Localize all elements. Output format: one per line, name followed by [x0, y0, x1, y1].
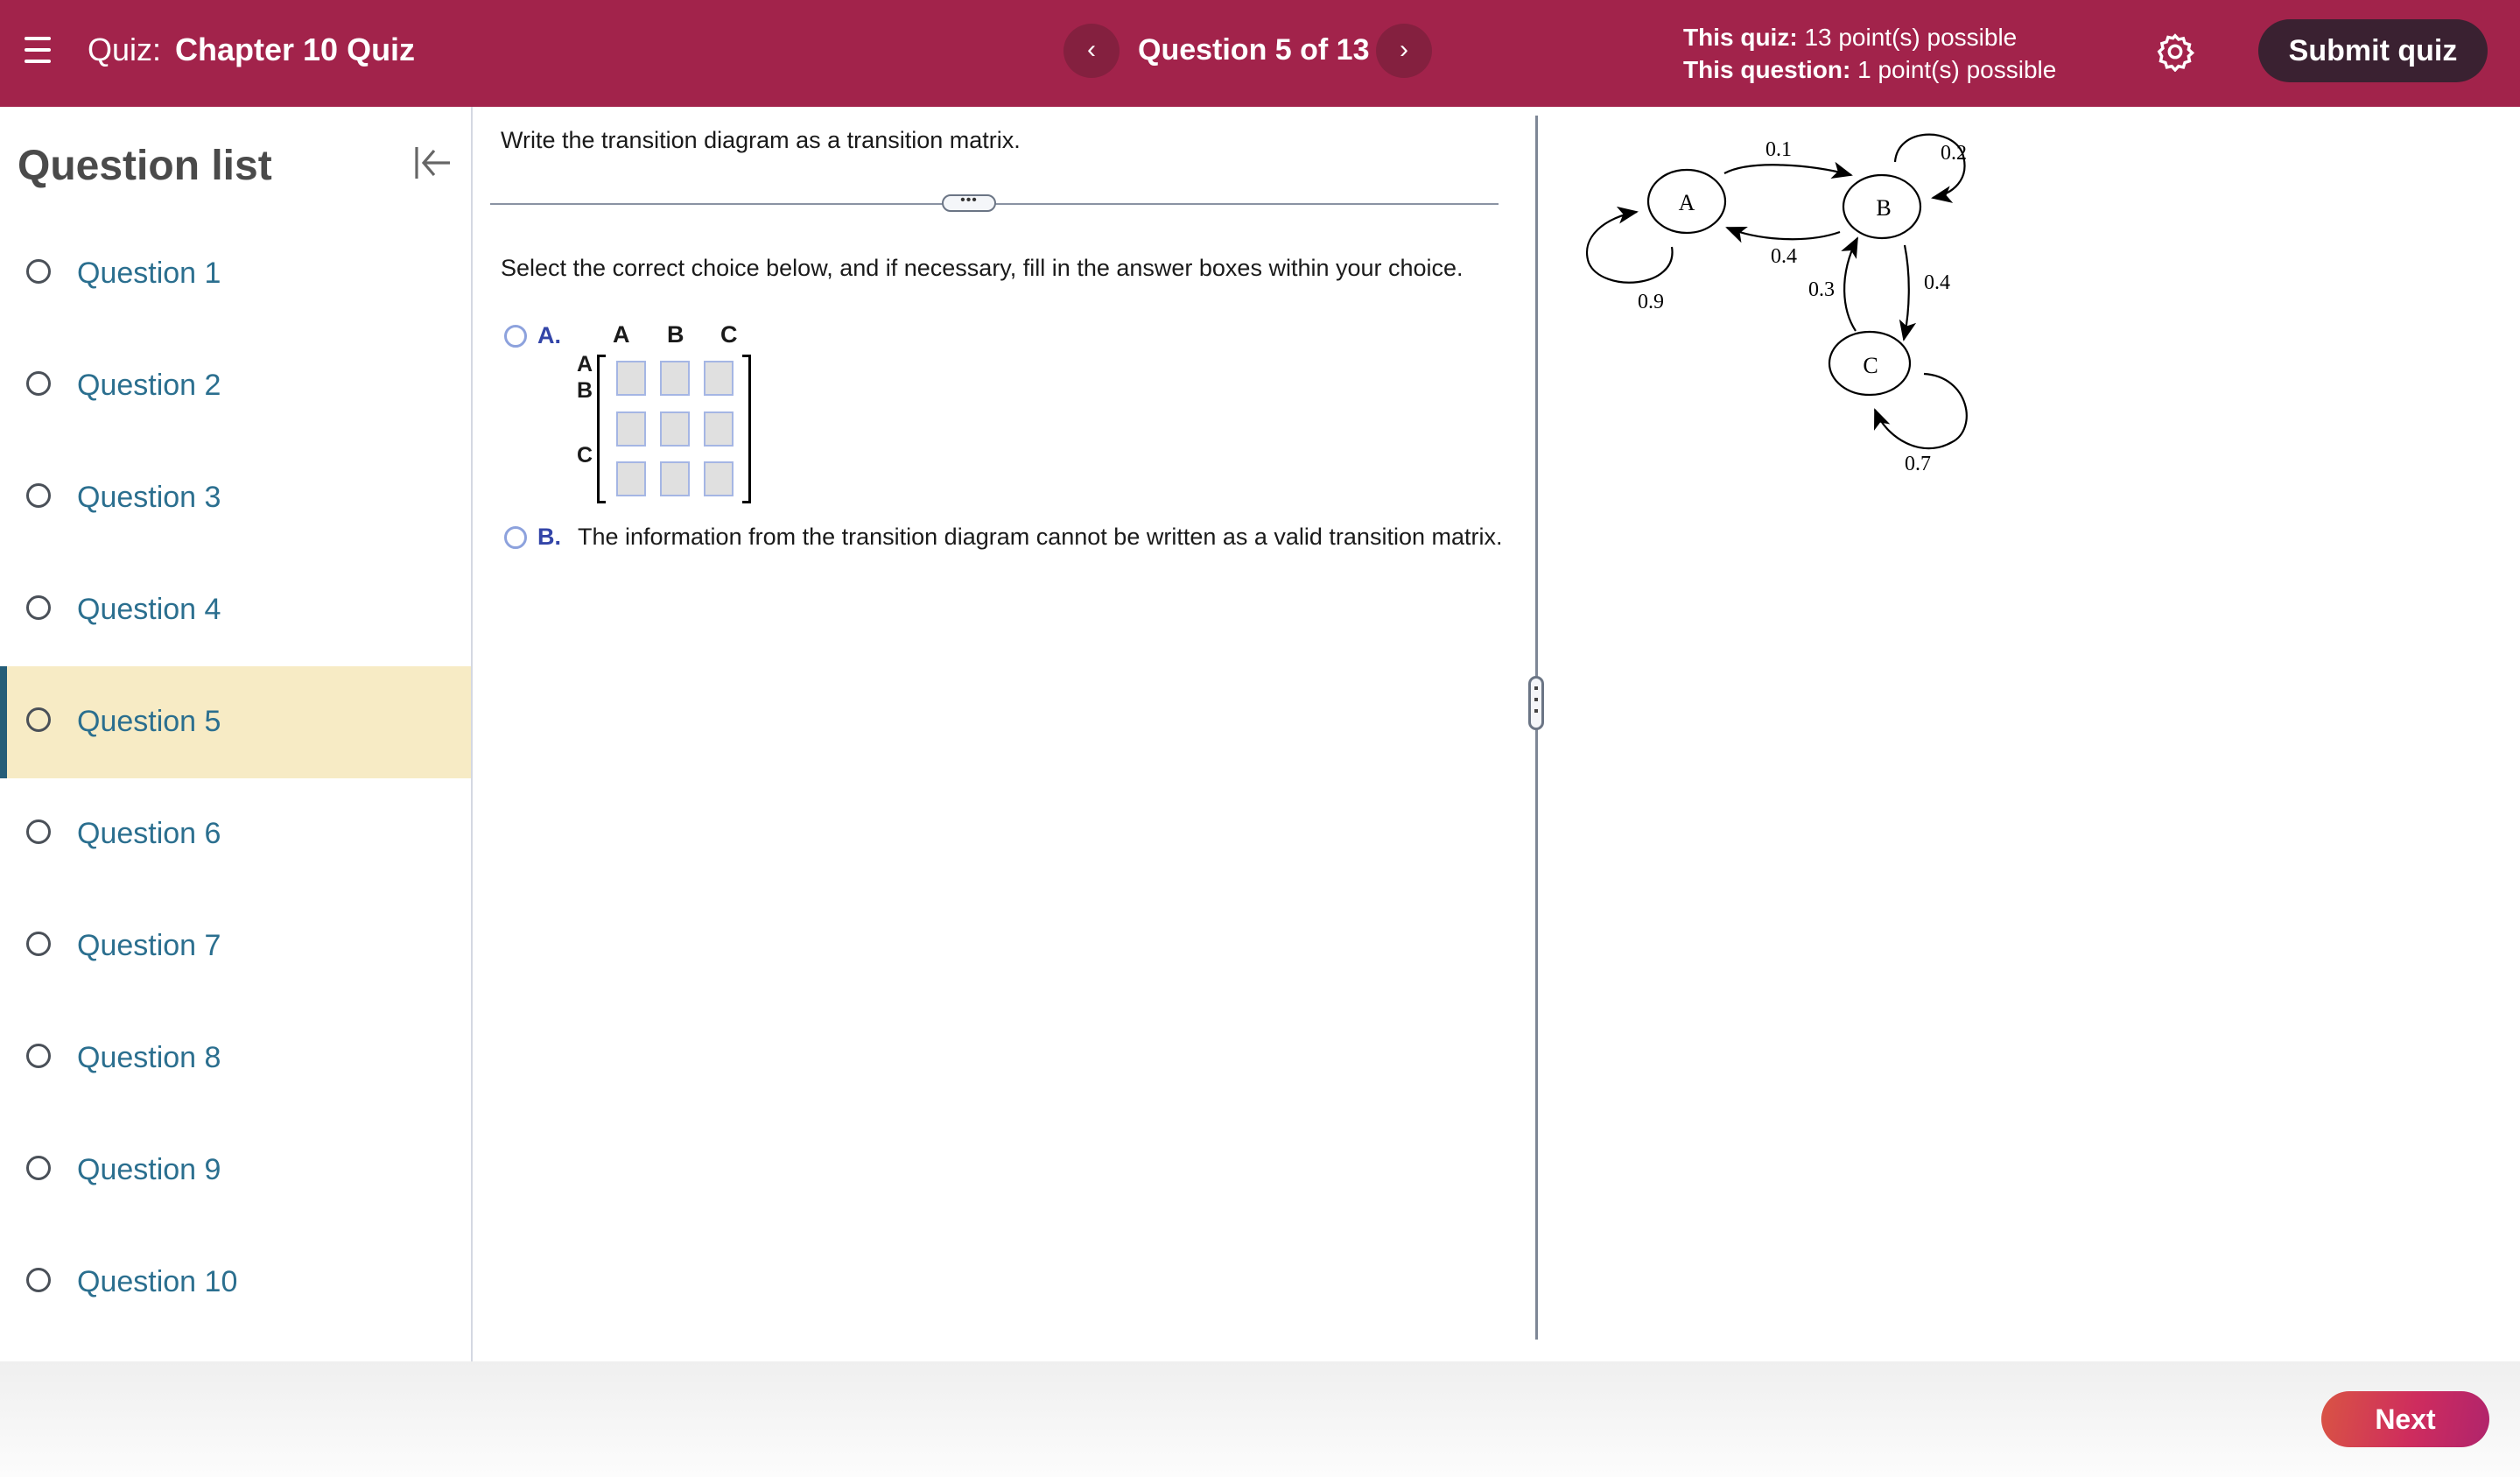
sidebar-question-item[interactable]: Question 10 — [0, 1227, 471, 1339]
edge-c-c — [1873, 372, 1968, 450]
chevron-left-icon: ‹ — [1087, 35, 1096, 64]
matrix-answer-box[interactable] — [616, 461, 646, 496]
sidebar-question-item[interactable]: Question 1 — [0, 218, 471, 330]
question-status-circle-icon — [26, 1044, 51, 1068]
matrix-answer-box[interactable] — [616, 411, 646, 447]
matrix-answer-box[interactable] — [660, 411, 690, 447]
quiz-header: Quiz: Chapter 10 Quiz ‹ Question 5 of 13… — [0, 0, 2520, 107]
edge-label: 0.4 — [1924, 271, 1950, 294]
question-status-circle-icon — [26, 1156, 51, 1180]
quiz-points-value: 13 point(s) possible — [1804, 24, 2018, 51]
question-status-circle-icon — [26, 483, 51, 508]
points-info: This quiz: 13 point(s) possible This que… — [1683, 21, 2056, 86]
quiz-points-label: This quiz: — [1683, 24, 1798, 51]
splitter-drag-handle[interactable] — [1528, 676, 1544, 730]
quiz-title: Chapter 10 Quiz — [175, 32, 416, 67]
next-question-nav-button[interactable]: › — [1376, 24, 1432, 78]
sidebar-question-label: Question 4 — [77, 593, 221, 626]
edge-label: 0.7 — [1905, 453, 1931, 475]
state-label: C — [1863, 353, 1878, 378]
question-instruction: Select the correct choice below, and if … — [501, 255, 1464, 281]
sidebar-question-item[interactable]: Question 5 — [0, 666, 471, 778]
matrix-row-header: A — [577, 352, 593, 376]
previous-question-button[interactable]: ‹ — [1063, 24, 1120, 78]
edge-label: 0.3 — [1808, 278, 1835, 301]
collapse-left-icon[interactable] — [411, 142, 453, 184]
quiz-label: Quiz: — [88, 32, 162, 67]
sidebar-question-label: Question 7 — [77, 929, 221, 962]
hamburger-menu-icon[interactable] — [25, 37, 51, 68]
option-a-letter: A. — [537, 322, 561, 348]
option-b-letter: B. — [537, 524, 561, 550]
matrix-answer-box[interactable] — [704, 361, 734, 396]
sidebar-question-item[interactable]: Question 6 — [0, 778, 471, 890]
edge-a-b — [1723, 161, 1853, 179]
expand-toggle-button[interactable]: ••• — [942, 193, 996, 212]
sidebar-question-label: Question 8 — [77, 1041, 221, 1074]
sidebar-question-item[interactable]: Question 7 — [0, 890, 471, 1002]
gear-icon[interactable] — [2155, 32, 2195, 72]
sidebar-question-item[interactable]: Question 9 — [0, 1115, 471, 1227]
question-prompt: Write the transition diagram as a transi… — [501, 127, 1021, 153]
question-status-circle-icon — [26, 595, 51, 620]
matrix-row-header: C — [577, 443, 593, 468]
edge-label: 0.9 — [1638, 291, 1664, 313]
matrix-col-header: B — [667, 321, 684, 348]
matrix-answer-box[interactable] — [660, 461, 690, 496]
sidebar-question-label: Question 6 — [77, 817, 221, 850]
matrix-answer-box[interactable] — [616, 361, 646, 396]
edge-b-a — [1725, 226, 1841, 243]
question-points-value: 1 point(s) possible — [1857, 56, 2057, 83]
question-status-circle-icon — [26, 1268, 51, 1292]
sidebar-title: Question list — [18, 143, 272, 189]
sidebar-question-label: Question 1 — [77, 257, 221, 290]
sidebar-question-item[interactable]: Question 4 — [0, 554, 471, 666]
matrix-right-bracket — [742, 355, 751, 503]
chevron-right-icon: › — [1400, 35, 1408, 64]
edge-b-c — [1899, 244, 1917, 341]
question-status-circle-icon — [26, 819, 51, 844]
question-status-circle-icon — [26, 707, 51, 732]
matrix-answer-box[interactable] — [704, 411, 734, 447]
edge-label: 0.2 — [1941, 142, 1967, 165]
sidebar-question-label: Question 3 — [77, 481, 221, 514]
matrix-col-header: A — [613, 321, 630, 348]
sidebar-question-item[interactable]: Question 2 — [0, 330, 471, 442]
sidebar-question-label: Question 9 — [77, 1153, 221, 1186]
sidebar-question-item[interactable]: Question 3 — [0, 442, 471, 554]
transition-diagram: A B C 0.9 0.1 0.4 0.2 0.4 0.3 0.7 — [1586, 133, 1968, 475]
matrix-left-bracket — [597, 355, 606, 503]
state-label: B — [1876, 195, 1891, 221]
sidebar-question-item[interactable]: Question 8 — [0, 1002, 471, 1115]
matrix-row-header: B — [577, 378, 593, 403]
question-status-circle-icon — [26, 932, 51, 956]
edge-label: 0.1 — [1765, 138, 1792, 161]
state-label: A — [1679, 190, 1695, 215]
matrix-col-header: C — [720, 321, 738, 348]
question-points-label: This question: — [1683, 56, 1851, 83]
footer-bar — [0, 1361, 2520, 1477]
matrix-answer-box[interactable] — [660, 361, 690, 396]
sidebar-question-label: Question 5 — [77, 705, 221, 738]
sidebar-question-label: Question 10 — [77, 1265, 238, 1298]
edge-c-b — [1841, 236, 1858, 332]
option-a-radio[interactable] — [504, 325, 527, 348]
submit-quiz-button[interactable]: Submit quiz — [2258, 19, 2488, 82]
option-b-radio[interactable] — [504, 526, 527, 549]
option-b-text: The information from the transition diag… — [578, 524, 1503, 550]
question-status-circle-icon — [26, 259, 51, 284]
question-status-circle-icon — [26, 371, 51, 396]
question-counter: Question 5 of 13 — [1138, 33, 1370, 67]
next-button[interactable]: Next — [2321, 1391, 2489, 1447]
question-list-sidebar: Question list Question 1 Question 2 Questi… — [0, 107, 473, 1361]
edge-label: 0.4 — [1771, 245, 1797, 268]
matrix-answer-box[interactable] — [704, 461, 734, 496]
sidebar-question-label: Question 2 — [77, 369, 221, 402]
